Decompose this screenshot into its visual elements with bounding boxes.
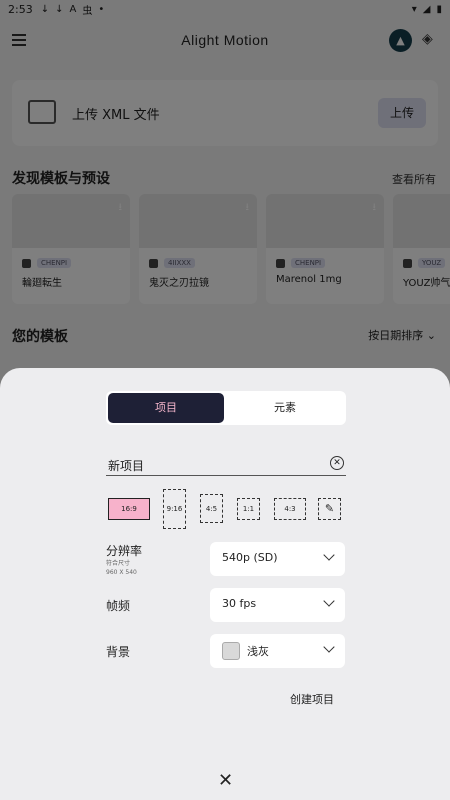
- background-value: 浅灰: [247, 645, 269, 658]
- ratio-4-3[interactable]: 4:3: [274, 498, 306, 520]
- resolution-size-label: 960 X 540: [106, 569, 137, 576]
- ratio-16-9[interactable]: 16:9: [108, 498, 150, 520]
- clear-icon[interactable]: ✕: [330, 456, 344, 470]
- framerate-label: 帧频: [106, 599, 131, 613]
- new-project-sheet: 项目 元素 新项目 ✕ 16:9 9:16 4:5 1:1 4:3 ✎ 分辨率 …: [0, 368, 450, 800]
- chevron-down-icon: [323, 549, 335, 561]
- create-project-button[interactable]: 创建项目: [290, 691, 334, 707]
- ratio-9-16[interactable]: 9:16: [163, 489, 186, 529]
- framerate-dropdown[interactable]: 30 fps: [210, 588, 345, 622]
- chevron-down-icon: [323, 641, 335, 653]
- ratio-4-5[interactable]: 4:5: [200, 494, 223, 523]
- project-name-value: 新项目: [108, 459, 145, 473]
- resolution-label: 分辨率: [106, 544, 143, 558]
- close-icon[interactable]: ✕: [218, 770, 233, 791]
- ratio-1-1[interactable]: 1:1: [237, 498, 260, 520]
- background-label: 背景: [106, 645, 131, 659]
- project-name-field[interactable]: 新项目 ✕: [106, 456, 346, 476]
- chevron-down-icon: [323, 595, 335, 607]
- tab-project[interactable]: 项目: [108, 393, 224, 423]
- framerate-value: 30 fps: [222, 597, 257, 610]
- resolution-sub-label: 符合尺寸: [106, 560, 131, 567]
- resolution-value: 540p (SD): [222, 551, 278, 564]
- color-swatch: [222, 642, 240, 660]
- tab-element[interactable]: 元素: [226, 393, 344, 423]
- segmented-tabs: 项目 元素: [106, 391, 346, 425]
- background-dropdown[interactable]: 浅灰: [210, 634, 345, 668]
- resolution-dropdown[interactable]: 540p (SD): [210, 542, 345, 576]
- custom-ratio-pencil-icon[interactable]: ✎: [318, 498, 341, 520]
